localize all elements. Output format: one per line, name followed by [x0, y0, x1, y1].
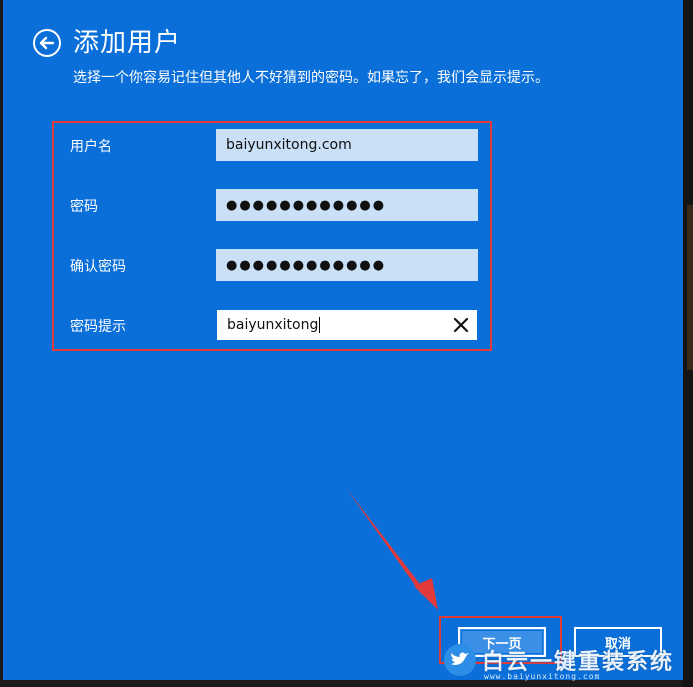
watermark: 白云一键重装系统 www.baiyunxitong.com	[440, 640, 690, 686]
annotation-arrow	[346, 488, 438, 610]
watermark-url: www.baiyunxitong.com	[484, 672, 601, 681]
bird-logo-icon	[444, 644, 476, 676]
